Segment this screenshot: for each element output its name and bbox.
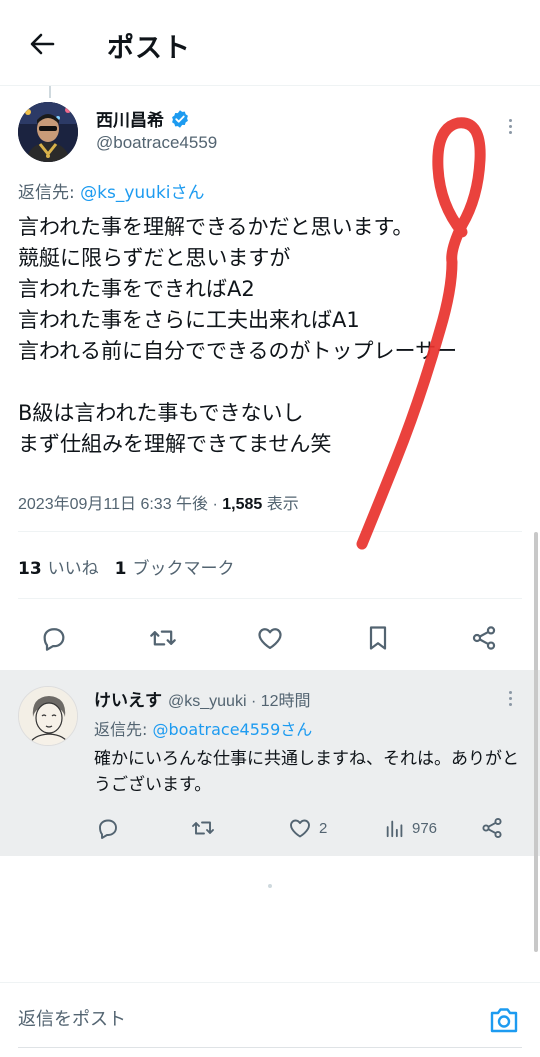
reply-repost-button[interactable] (190, 816, 216, 840)
bookmarks-count: 1 (114, 559, 127, 579)
repost-icon (150, 630, 176, 646)
reply-to-line: 返信先: @ks_yuukiさん (18, 178, 205, 203)
reply-button[interactable] (38, 622, 70, 654)
reply-like-button[interactable]: 2 (287, 816, 327, 840)
reply-view-count: 976 (412, 819, 438, 837)
reply-to-prefix: 返信先: (18, 183, 81, 203)
reply-header: けいえす @ks_yuuki · 12時間 (94, 686, 311, 711)
top-bar: ポスト (0, 0, 540, 86)
reply-share-button[interactable] (480, 816, 504, 840)
reply-icon (99, 819, 117, 839)
reply-views-button[interactable]: 976 (384, 816, 437, 840)
post-action-bar (0, 606, 540, 662)
reply-to-prefix: 返信先: (94, 720, 153, 739)
views-icon (386, 820, 403, 838)
reply-like-count: 2 (319, 819, 328, 837)
timestamp-text[interactable]: 2023年09月11日 6:33 午後 · (18, 496, 222, 513)
share-icon (472, 626, 496, 650)
views-count: 1,585 (222, 496, 263, 513)
views-label: 表示 (262, 496, 299, 513)
divider (18, 1047, 522, 1048)
scrollbar[interactable] (534, 532, 538, 952)
reply-author-name[interactable]: けいえす (94, 686, 162, 711)
bookmarks-stat[interactable]: 1 ブックマーク (115, 554, 235, 579)
repost-button[interactable] (147, 622, 179, 654)
like-button[interactable] (254, 622, 286, 654)
reply-post[interactable]: けいえす @ks_yuuki · 12時間 返信先: @boatrace4559… (0, 670, 540, 856)
reply-action-bar: 2 976 (0, 808, 540, 848)
reply-text: 確かにいろんな仕事に共通しますね、それは。ありがとうございます。 (94, 749, 519, 795)
reply-author-handle[interactable]: @ks_yuuki · 12時間 (168, 687, 311, 711)
reply-to-line: 返信先: @boatrace4559さん (94, 716, 312, 740)
like-icon (258, 628, 282, 650)
reply-to-mention[interactable]: @boatrace4559さん (152, 720, 312, 739)
more-icon (508, 690, 512, 694)
verified-badge-icon (172, 109, 188, 128)
red-annotation-stroke (356, 117, 486, 550)
likes-count: 13 (18, 559, 42, 579)
likes-label: いいね (47, 559, 99, 579)
avatar-image (18, 102, 78, 162)
reply-to-mention[interactable]: @ks_yuukiさん (80, 183, 204, 203)
bookmark-icon (369, 626, 387, 650)
loading-indicator (268, 884, 272, 888)
like-icon (290, 819, 310, 838)
likes-stat[interactable]: 13 いいね (18, 554, 99, 579)
repost-icon (192, 821, 214, 835)
more-options-button[interactable] (498, 114, 522, 138)
back-arrow-icon (30, 33, 55, 55)
reply-more-options-button[interactable] (498, 686, 522, 710)
reply-compose-bar (0, 982, 540, 1057)
author-handle[interactable]: @boatrace4559 (96, 133, 217, 153)
share-button[interactable] (468, 622, 500, 654)
more-icon (508, 118, 512, 122)
reply-input[interactable] (18, 1009, 438, 1030)
back-button[interactable] (22, 26, 62, 62)
author-name[interactable]: 西川昌希 (96, 106, 190, 131)
share-icon (482, 817, 502, 839)
divider (18, 531, 522, 532)
post-text: 言われた事を理解できるかだと思います。 競艇に限らずだと思いますが 言われた事を… (18, 215, 458, 456)
page-title: ポスト (107, 33, 191, 64)
bookmarks-label: ブックマーク (132, 559, 235, 579)
reply-author-avatar[interactable] (18, 686, 78, 746)
thread-connector-line (49, 86, 51, 98)
reply-reply-button[interactable] (96, 816, 120, 840)
camera-icon (490, 1008, 518, 1033)
author-avatar[interactable] (18, 102, 78, 162)
post-timestamp: 2023年09月11日 6:33 午後 · 1,585 表示 (18, 490, 299, 514)
author-name-text: 西川昌希 (96, 111, 164, 131)
bookmark-button[interactable] (362, 622, 394, 654)
engagement-stats: 13 いいね 1 ブックマーク (18, 554, 235, 579)
divider (18, 598, 522, 599)
reply-icon (43, 628, 65, 651)
avatar-image (19, 687, 77, 745)
camera-button[interactable] (488, 1005, 520, 1035)
